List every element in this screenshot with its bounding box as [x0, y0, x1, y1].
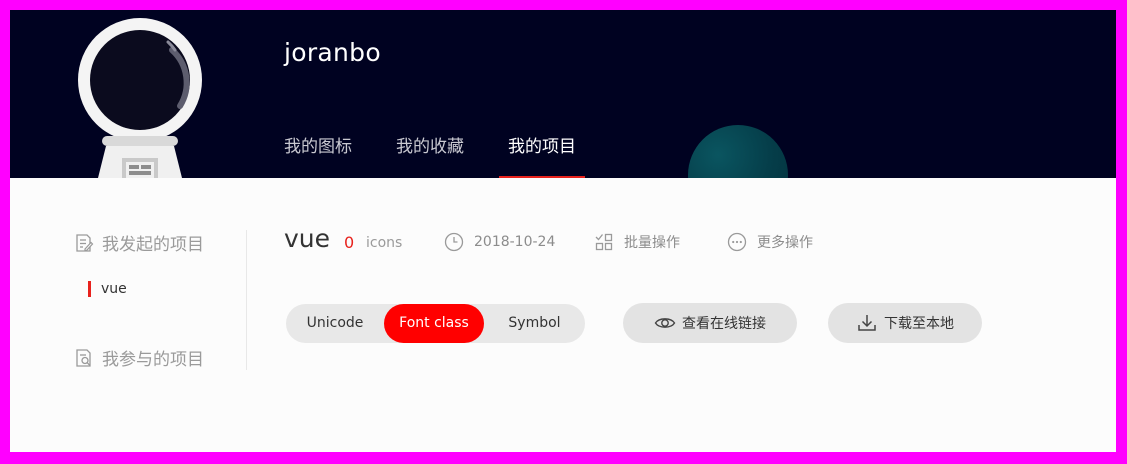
tab-my-favorites[interactable]: 我的收藏: [396, 135, 486, 178]
batch-grid-icon: [595, 233, 613, 251]
segment-unicode[interactable]: Unicode: [286, 304, 384, 343]
more-dots-icon: [727, 232, 747, 252]
format-segmented-control: Unicode Font class Symbol: [286, 304, 585, 343]
view-online-link-label: 查看在线链接: [682, 316, 766, 332]
icon-count-unit: icons: [366, 235, 403, 251]
edit-document-icon: [76, 233, 94, 252]
profile-header: joranbo 我的图标 我的收藏 我的项目: [10, 10, 1116, 178]
tab-my-icons[interactable]: 我的图标: [284, 135, 374, 178]
download-local-label: 下载至本地: [884, 316, 954, 332]
sidebar-group-label: 我参与的项目: [102, 350, 204, 370]
clock-icon: [444, 232, 464, 252]
batch-operation-label: 批量操作: [624, 235, 680, 251]
batch-operation-button[interactable]: 批量操作: [594, 232, 680, 252]
view-online-link-button[interactable]: 查看在线链接: [623, 303, 797, 343]
project-date: 2018-10-24: [444, 232, 555, 252]
more-operations-label: 更多操作: [757, 235, 813, 251]
sidebar-group-label: 我发起的项目: [102, 235, 204, 255]
sidebar-divider: [246, 230, 247, 370]
eye-icon: [654, 318, 676, 328]
tab-my-projects[interactable]: 我的项目: [499, 135, 598, 178]
sidebar-item-vue[interactable]: vue: [88, 280, 127, 298]
project-date-text: 2018-10-24: [474, 234, 556, 250]
segment-font-class[interactable]: Font class: [384, 304, 484, 343]
sidebar-group-participated[interactable]: 我参与的项目: [74, 345, 204, 370]
download-icon: [858, 315, 876, 331]
profile-tabs: 我的图标 我的收藏 我的项目: [284, 135, 620, 178]
project-title: vue: [284, 224, 331, 253]
icon-count: 0: [344, 233, 355, 252]
sidebar-group-initiated[interactable]: 我发起的项目: [74, 230, 204, 255]
page-frame: joranbo 我的图标 我的收藏 我的项目 我发起的项目 vue 我参与的项目…: [10, 10, 1116, 452]
more-operations-button[interactable]: 更多操作: [727, 232, 813, 252]
segment-symbol[interactable]: Symbol: [484, 304, 585, 343]
document-search-icon: [76, 348, 91, 367]
planet-decoration: [688, 125, 788, 178]
download-local-button[interactable]: 下载至本地: [828, 303, 982, 343]
astronaut-avatar: [78, 18, 202, 178]
username: joranbo: [284, 38, 381, 67]
